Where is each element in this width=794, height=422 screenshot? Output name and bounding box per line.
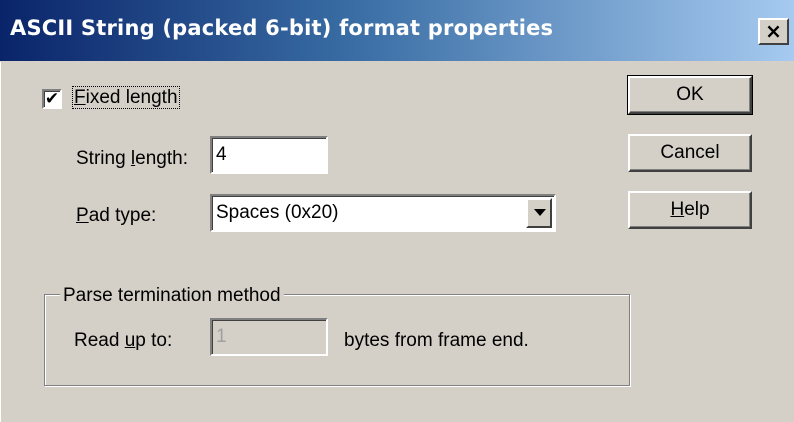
close-button[interactable]: × — [758, 18, 789, 45]
chevron-down-icon[interactable] — [526, 198, 552, 228]
string-length-label: String length: — [76, 148, 188, 169]
checkmark-icon: ✔ — [44, 89, 60, 109]
read-up-to-label: Read up to: — [74, 330, 173, 351]
ok-button[interactable]: OK — [627, 75, 753, 115]
title-bar[interactable]: ASCII String (packed 6-bit) format prope… — [0, 0, 794, 62]
pad-type-select[interactable]: Spaces (0x20) — [210, 194, 556, 232]
window-title: ASCII String (packed 6-bit) format prope… — [10, 16, 554, 40]
bytes-suffix-label: bytes from frame end. — [344, 330, 529, 351]
read-up-to-input[interactable]: 1 — [210, 318, 328, 356]
cancel-button[interactable]: Cancel — [628, 134, 752, 172]
string-length-input[interactable]: 4 — [210, 136, 328, 174]
pad-type-label: Pad type: — [76, 205, 157, 226]
window-frame — [0, 62, 5, 422]
fixed-length-label[interactable]: Fixed length — [72, 86, 180, 109]
pad-type-selected: Spaces (0x20) — [216, 202, 339, 223]
close-icon: × — [765, 19, 782, 43]
parse-termination-group-label: Parse termination method — [60, 285, 284, 307]
help-button[interactable]: Help — [628, 191, 752, 229]
fixed-length-checkbox[interactable]: ✔ — [42, 89, 62, 109]
